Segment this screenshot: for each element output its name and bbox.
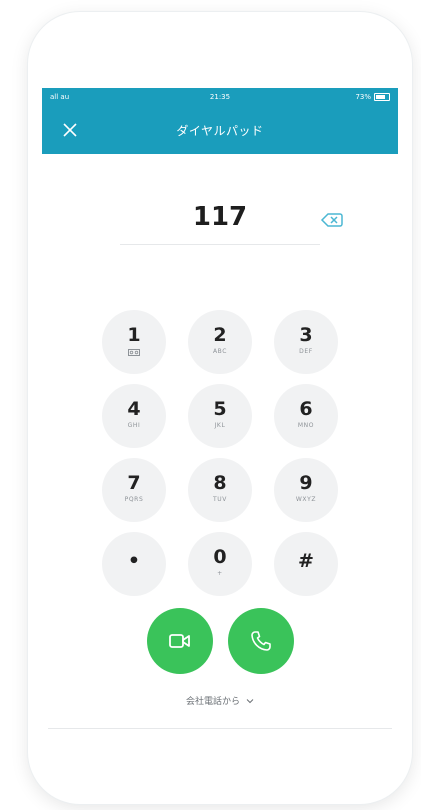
key-digit: 9 xyxy=(299,472,313,494)
key-letters: JKL xyxy=(214,422,226,429)
battery-indicator: 73% xyxy=(355,93,390,101)
key-8[interactable]: 8 TUV xyxy=(188,458,252,522)
key-4[interactable]: 4 GHI xyxy=(102,384,166,448)
key-digit: 4 xyxy=(127,398,141,420)
key-digit: 2 xyxy=(213,324,227,346)
key-digit: # xyxy=(298,550,314,572)
key-9[interactable]: 9 WXYZ xyxy=(274,458,338,522)
backspace-icon xyxy=(320,213,343,227)
key-3[interactable]: 3 DEF xyxy=(274,310,338,374)
carrier-label: all au xyxy=(50,93,70,101)
key-6[interactable]: 6 MNO xyxy=(274,384,338,448)
chevron-down-icon xyxy=(246,699,254,704)
phone-icon xyxy=(251,631,271,651)
header-bar: all au 21:35 73% ダイヤルパッド xyxy=(42,88,398,154)
video-call-button[interactable] xyxy=(147,608,213,674)
key-5[interactable]: 5 JKL xyxy=(188,384,252,448)
key-1[interactable]: 1 xyxy=(102,310,166,374)
number-underline xyxy=(120,244,320,245)
video-camera-icon xyxy=(169,634,190,648)
voicemail-icon xyxy=(128,349,140,356)
key-letters: ABC xyxy=(212,348,228,355)
key-0[interactable]: 0 + xyxy=(188,532,252,596)
key-digit: 8 xyxy=(213,472,227,494)
key-digit: 5 xyxy=(213,398,227,420)
caller-source-selector[interactable]: 会社電話から xyxy=(42,694,398,707)
number-display: 117 xyxy=(42,196,398,245)
page-title: ダイヤルパッド xyxy=(176,124,264,138)
keypad: 1 2 ABC 3 DEF 4 GHI 5 JKL 6 MNO 7 PQRS 8… xyxy=(102,310,338,600)
key-digit: 0 xyxy=(213,546,227,568)
key-letters: PQRS xyxy=(124,496,144,503)
key-letters: + xyxy=(217,570,223,577)
key-digit: • xyxy=(127,550,141,572)
status-bar: all au 21:35 73% xyxy=(42,88,398,106)
key-letters: GHI xyxy=(127,422,141,429)
dialpad-screen: all au 21:35 73% ダイヤルパッド 117 1 2 ABC 3 D… xyxy=(42,88,398,736)
backspace-button[interactable] xyxy=(320,210,344,230)
key-digit: 7 xyxy=(127,472,141,494)
key-hash[interactable]: # xyxy=(274,532,338,596)
key-digit: 6 xyxy=(299,398,313,420)
key-digit: 3 xyxy=(299,324,313,346)
key-7[interactable]: 7 PQRS xyxy=(102,458,166,522)
voice-call-button[interactable] xyxy=(228,608,294,674)
key-letters: MNO xyxy=(297,422,315,429)
dialed-number: 117 xyxy=(192,202,248,232)
phone-frame: all au 21:35 73% ダイヤルパッド 117 1 2 ABC 3 D… xyxy=(28,12,412,804)
key-2[interactable]: 2 ABC xyxy=(188,310,252,374)
divider xyxy=(48,728,392,729)
battery-icon xyxy=(374,93,390,101)
key-letters: DEF xyxy=(299,348,313,355)
battery-percent: 73% xyxy=(355,93,371,101)
key-star[interactable]: • xyxy=(102,532,166,596)
key-letters: WXYZ xyxy=(295,496,317,503)
key-letters: TUV xyxy=(213,496,227,503)
key-digit: 1 xyxy=(127,324,141,346)
caller-source-label: 会社電話から xyxy=(186,697,241,707)
status-time: 21:35 xyxy=(209,93,231,101)
